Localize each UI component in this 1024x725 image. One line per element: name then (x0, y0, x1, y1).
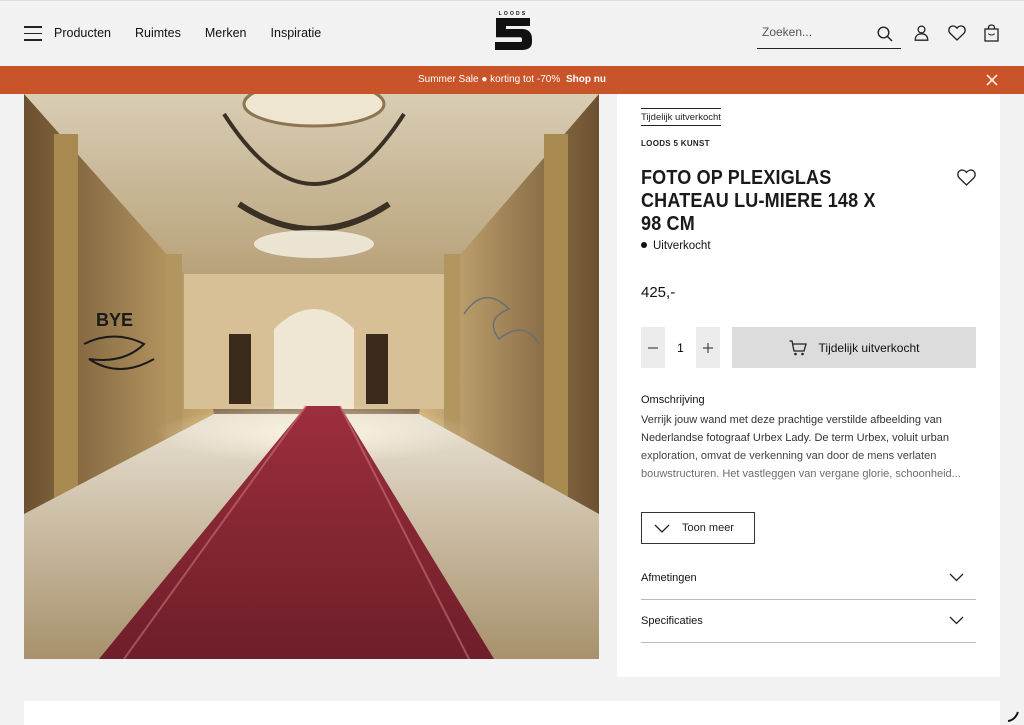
search-icon[interactable] (877, 26, 893, 42)
add-to-cart-label: Tijdelijk uitverkocht (818, 340, 920, 355)
svg-text:BYE: BYE (96, 310, 133, 330)
heart-icon[interactable] (948, 25, 966, 41)
site-logo[interactable]: LOODS (492, 11, 534, 51)
loading-spinner-icon (1007, 711, 1019, 722)
chevron-down-icon (949, 616, 964, 625)
nav-item-inspiratie[interactable]: Inspiratie (271, 26, 322, 40)
product-price: 425,- (641, 284, 676, 301)
stock-status: Uitverkocht (641, 240, 711, 252)
promo-banner: Summer Sale ● korting tot -70% Shop nu (0, 66, 1024, 94)
stock-dot-icon (641, 241, 647, 248)
product-image[interactable]: BYE (24, 94, 599, 659)
show-more-button[interactable]: Toon meer (641, 512, 755, 544)
product-description: Verrijk jouw wand met deze prachtige ver… (641, 414, 961, 480)
user-icon[interactable] (914, 25, 929, 41)
main-nav: Producten Ruimtes Merken Inspiratie (54, 26, 321, 40)
close-icon[interactable] (986, 74, 998, 86)
chevron-down-icon (949, 573, 964, 582)
nav-item-producten[interactable]: Producten (54, 26, 111, 40)
bag-icon[interactable] (984, 24, 999, 42)
quantity-increase-button[interactable] (696, 327, 720, 368)
product-info-panel: Tijdelijk uitverkocht LOODS 5 KUNST Foto… (617, 94, 1000, 677)
logo-five-icon (495, 18, 532, 50)
stock-badge: Tijdelijk uitverkocht (641, 108, 721, 126)
promo-banner-text: Summer Sale ● korting tot -70% Shop nu (0, 74, 1024, 85)
accordion-afmetingen[interactable]: Afmetingen (641, 557, 976, 600)
description-title: Omschrijving (641, 394, 705, 406)
nav-item-ruimtes[interactable]: Ruimtes (135, 26, 181, 40)
search-box (757, 19, 901, 49)
cart-icon (789, 339, 807, 355)
product-photo-illustration: BYE (24, 94, 599, 659)
plus-icon (703, 342, 713, 353)
chevron-down-icon (654, 524, 670, 533)
next-section-card (24, 701, 1000, 725)
product-brand[interactable]: LOODS 5 KUNST (641, 139, 710, 148)
minus-icon (648, 346, 658, 349)
add-to-cart-button[interactable]: Tijdelijk uitverkocht (732, 327, 976, 368)
stock-status-text: Uitverkocht (653, 240, 711, 252)
search-input[interactable] (762, 25, 872, 39)
quantity-stepper (641, 327, 720, 368)
accordion-specificaties[interactable]: Specificaties (641, 600, 976, 643)
accordion-afmetingen-label: Afmetingen (641, 572, 697, 584)
product-title: Foto op plexiglas Chateau Lu-miere 148 x… (641, 167, 876, 235)
quantity-decrease-button[interactable] (641, 327, 665, 368)
show-more-label: Toon meer (682, 522, 734, 534)
quantity-input[interactable] (665, 327, 696, 368)
site-header: Producten Ruimtes Merken Inspiratie LOOD… (0, 0, 1024, 66)
wishlist-heart-icon[interactable] (957, 169, 976, 186)
nav-item-merken[interactable]: Merken (205, 26, 247, 40)
promo-shop-link[interactable]: Shop nu (566, 74, 606, 85)
accordion-specificaties-label: Specificaties (641, 615, 703, 627)
hamburger-icon[interactable] (24, 26, 42, 42)
promo-text: Summer Sale ● korting tot -70% (418, 74, 561, 85)
